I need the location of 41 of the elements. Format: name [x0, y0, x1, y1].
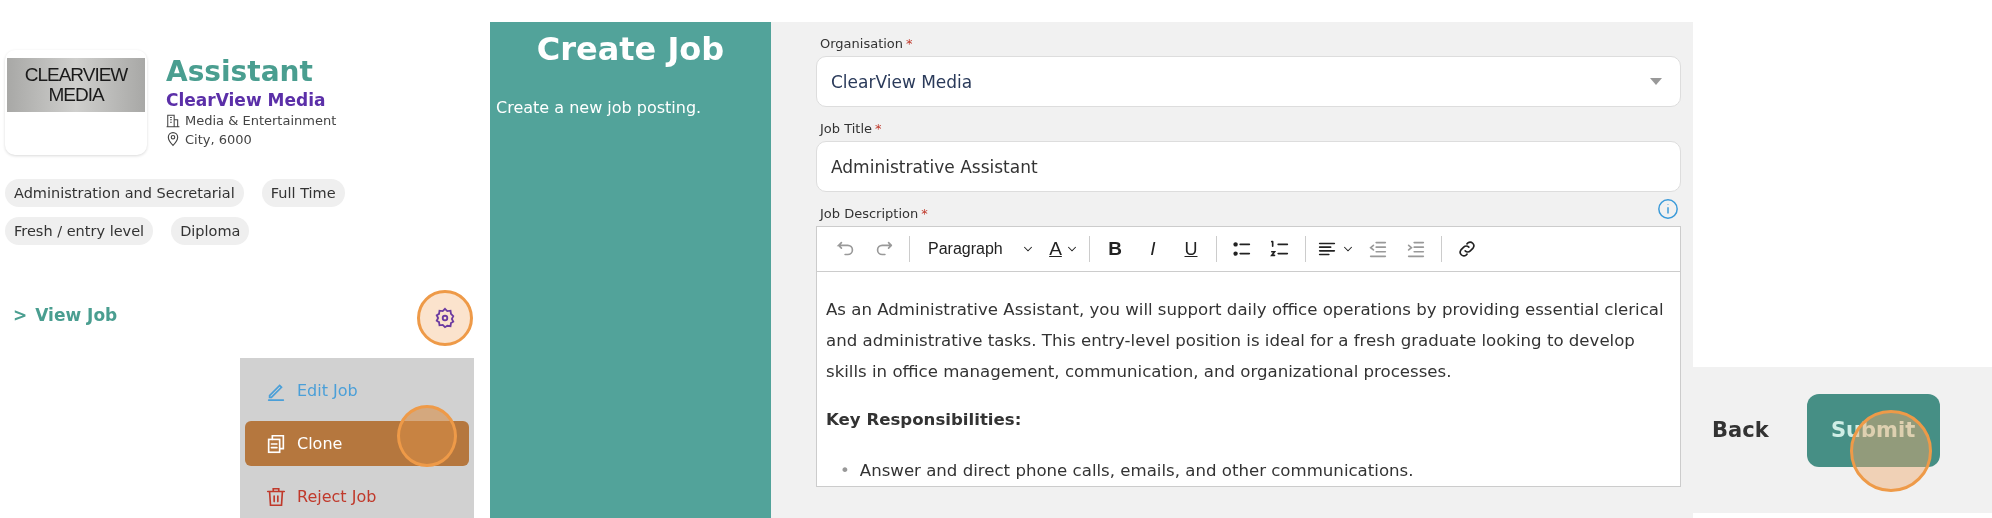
field-label: Job Description: [820, 206, 919, 221]
format-button[interactable]: Paragraph: [918, 233, 1043, 265]
bullet-item: Answer and direct phone calls, emails, and other communications.: [859, 460, 1414, 482]
page-subtitle: Create a new job posting.: [496, 98, 703, 117]
organisation-select[interactable]: ClearView Media: [816, 56, 1681, 107]
job-tag: Administration and Secretarial: [5, 179, 244, 207]
job-title: Assistant: [166, 56, 314, 88]
color-button[interactable]: A: [1047, 233, 1081, 265]
rich-text-editor[interactable]: [816, 226, 1681, 487]
company-name: ClearView Media: [166, 90, 327, 110]
section-heading: Key Responsibilities:: [826, 409, 1023, 431]
field-label: Organisation: [820, 36, 904, 51]
back-button[interactable]: Back: [1712, 418, 1769, 442]
bullet-marker: •: [840, 460, 850, 482]
gear-icon: [434, 307, 456, 329]
location-text: City, 6000: [185, 131, 252, 147]
trash-icon: [265, 485, 287, 508]
field-label: Job Title: [820, 121, 873, 136]
italic-button[interactable]: I: [1136, 233, 1170, 265]
underline-button[interactable]: U: [1174, 233, 1208, 265]
location-pin-icon: [166, 131, 180, 147]
company-logo: CLEARVIEW MEDIA: [5, 50, 147, 155]
settings-button[interactable]: [417, 290, 473, 346]
job-tag: Full Time: [261, 179, 345, 207]
bold-button[interactable]: B: [1098, 233, 1132, 265]
menu-item[interactable]: Reject Job: [245, 474, 469, 518]
input-field[interactable]: Administrative Assistant: [816, 141, 1681, 192]
description-paragraph: As an Administrative Assistant, you will support daily office operations by providing essential clerical and administrative tasks. This entry-level position is ideal for a fresh graduate looking to develop skills in office management, communication, and organizational processes.: [826, 299, 1665, 383]
industry-text: Media & Entertainment: [185, 113, 337, 128]
building-icon: [166, 113, 180, 128]
job-tag: Fresh / entry level: [5, 217, 154, 245]
info-icon[interactable]: [1657, 198, 1679, 220]
required-marker: *: [921, 206, 928, 221]
click-marker: [397, 405, 457, 467]
required-marker: *: [906, 36, 913, 51]
copy-icon: [265, 432, 287, 455]
menu-item[interactable]: Clone: [245, 421, 469, 466]
dropdown-arrow-icon: [1650, 78, 1662, 85]
required-marker: *: [875, 121, 882, 136]
job-tag: Diploma: [171, 217, 250, 245]
page-title: Create Job: [535, 30, 726, 68]
